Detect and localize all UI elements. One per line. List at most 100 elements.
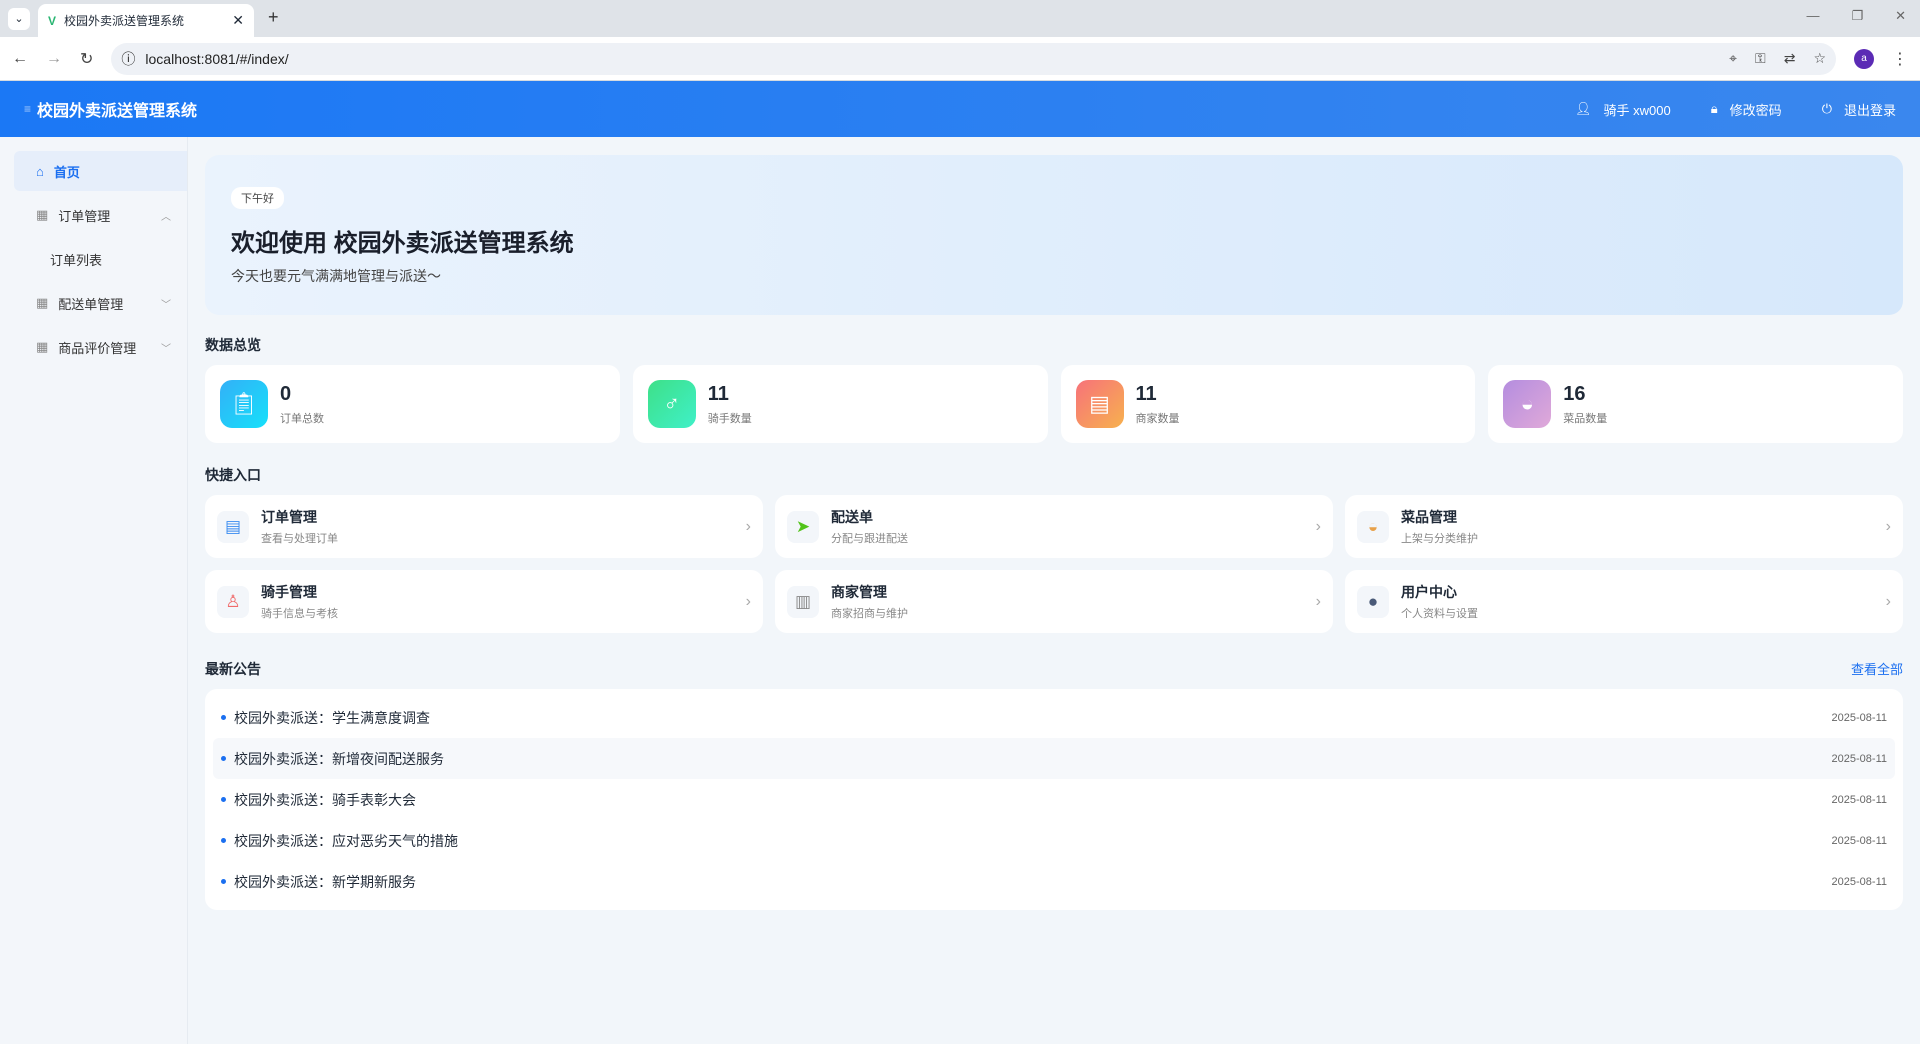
quick-entry[interactable]: ▥ 商家管理 商家招商与维护 › [775,570,1333,633]
notice-item[interactable]: 校园外卖派送：学生满意度调查 2025-08-11 [213,697,1895,738]
sidebar-item-delivery[interactable]: ▦ 配送单管理 ﹀ [14,283,187,323]
quick-entry[interactable]: ● 用户中心 个人资料与设置 › [1345,570,1903,633]
sidebar-item-reviews[interactable]: ▦ 商品评价管理 ﹀ [14,327,187,367]
quick-entry-title: 用户中心 [1401,584,1457,600]
quick-entry[interactable]: ◒ 菜品管理 上架与分类维护 › [1345,495,1903,558]
reload-icon[interactable]: ↻ [80,49,93,69]
grid-icon: ▦ [36,207,49,222]
close-window-icon[interactable]: ✕ [1895,8,1906,24]
key-icon[interactable]: ⚿ [1755,50,1766,67]
stat-card: ♂ 11 骑手数量 [632,365,1048,443]
quick-entry-subtitle: 商家招商与维护 [831,608,908,620]
grid-icon: ▦ [36,339,49,354]
minimize-icon[interactable]: — [1806,8,1819,24]
logout-button[interactable]: ⏻ 退出登录 [1822,100,1896,119]
section-title: 快捷入口 [205,465,1903,485]
lock-icon: 🔒︎ [1710,101,1718,116]
browser-tab[interactable]: V 校园外卖派送管理系统 ✕ [38,4,254,37]
chevron-right-icon: › [1885,517,1891,535]
stat-card: ◒ 16 菜品数量 [1488,365,1903,443]
power-icon: ⏻ [1821,101,1832,116]
notice-item[interactable]: 校园外卖派送：骑手表彰大会 2025-08-11 [213,779,1895,820]
app-title: 校园外卖派送管理系统 [37,103,198,120]
quick-entry-title: 骑手管理 [261,584,317,600]
chevron-right-icon: › [1315,517,1321,535]
notice-date: 2025-08-11 [1831,834,1887,847]
site-info-icon[interactable]: ⓘ [121,49,135,69]
back-icon[interactable]: ← [12,50,28,68]
user-menu[interactable]: 👤︎ 骑手 xw000 [1575,100,1671,119]
sidebar-item-label: 订单列表 [50,252,103,268]
quick-entry[interactable]: ♙ 骑手管理 骑手信息与考核 › [205,570,763,633]
paper-plane-icon: ➤ [787,510,819,543]
chevron-right-icon: › [745,592,751,610]
new-tab-button[interactable]: + [268,7,279,28]
sidebar-item-label: 首页 [53,164,80,180]
quick-entry-subtitle: 骑手信息与考核 [261,608,338,620]
stat-card: 📋︎ 0 订单总数 [205,365,620,443]
stat-value: 11 [707,382,729,405]
chevron-down-icon: ﹀ [161,343,171,355]
address-bar[interactable]: ⓘ localhost:8081/#/index/ ⌖ ⚿ ⇄ ☆ [111,42,1836,75]
bullet-icon [221,715,226,720]
notice-date: 2025-08-11 [1831,711,1887,724]
building-icon: ▤ [1075,380,1124,428]
stat-value: 0 [280,382,292,405]
sidebar: ⌂ 首页 ▦ 订单管理 ︿ 订单列表 ▦ 配送单管理 ﹀ ▦ 商品评价管理 ﹀ [0,137,188,1044]
change-password-button[interactable]: 🔒︎ 修改密码 [1711,100,1782,119]
menu-icon[interactable]: ⋮ [1892,49,1908,69]
notice-item[interactable]: 校园外卖派送：应对恶劣天气的措施 2025-08-11 [213,820,1895,861]
quick-entry-subtitle: 分配与跟进配送 [831,533,908,545]
close-tab-icon[interactable]: ✕ [232,12,244,29]
restore-icon[interactable]: ❐ [1851,8,1863,24]
stat-card: ▤ 11 商家数量 [1060,365,1476,443]
profile-avatar[interactable]: a [1854,48,1874,69]
quick-entry[interactable]: ▤ 订单管理 查看与处理订单 › [205,495,763,558]
home-icon: ⌂ [36,163,44,179]
stat-label: 骑手数量 [707,412,752,425]
notice-date: 2025-08-11 [1831,752,1887,765]
notice-title: 校园外卖派送：新学期新服务 [234,873,416,890]
sidebar-item-label: 订单管理 [58,208,111,224]
bowl-icon: ◒ [1503,380,1552,428]
stat-label: 商家数量 [1135,412,1180,425]
bookmark-star-icon[interactable]: ☆ [1813,50,1826,67]
stat-label: 订单总数 [280,412,324,425]
section-title: 最新公告 查看全部 [205,659,1903,679]
browser-toolbar: ← → ↻ ⓘ localhost:8081/#/index/ ⌖ ⚿ ⇄ ☆ a ⋮ [0,37,1920,81]
menu-toggle-icon[interactable]: ≡ [24,102,31,116]
notice-title: 校园外卖派送：新增夜间配送服务 [234,750,444,767]
logout-label: 退出登录 [1843,102,1896,118]
notice-list: 校园外卖派送：学生满意度调查 2025-08-11 校园外卖派送：新增夜间配送服务 2… [205,689,1903,910]
user-name: 骑手 xw000 [1603,102,1671,118]
notice-item[interactable]: 校园外卖派送：新增夜间配送服务 2025-08-11 [213,738,1895,779]
quick-entry-title: 商家管理 [831,584,887,600]
chevron-right-icon: › [745,517,751,535]
translate-icon[interactable]: ⇄ [1784,50,1796,67]
sidebar-item-orders[interactable]: ▦ 订单管理 ︿ [14,195,187,235]
notice-item[interactable]: 校园外卖派送：新学期新服务 2025-08-11 [213,861,1895,902]
overview-title: 数据总览 [205,337,261,353]
grid-icon: ▦ [36,295,49,310]
quick-entry[interactable]: ➤ 配送单 分配与跟进配送 › [775,495,1333,558]
user-icon: ● [1357,585,1389,618]
sidebar-item-home[interactable]: ⌂ 首页 [14,151,187,191]
sidebar-item-order-list[interactable]: 订单列表 [14,239,187,279]
notice-title: 校园外卖派送：学生满意度调查 [234,709,430,726]
bullet-icon [221,756,226,761]
notices-title: 最新公告 [205,661,261,677]
location-icon[interactable]: ⌖ [1729,50,1737,67]
notice-title: 校园外卖派送：骑手表彰大会 [234,791,416,808]
main-content: 下午好 欢迎使用 校园外卖派送管理系统 今天也要元气满满地管理与派送～ 数据总览… [205,155,1903,910]
chevron-right-icon: › [1315,592,1321,610]
quick-entry-title: 菜品管理 [1401,509,1457,525]
bullet-icon [221,879,226,884]
bullet-icon [221,797,226,802]
user-icon: 👤︎ [1575,101,1592,116]
welcome-title: 欢迎使用 校园外卖派送管理系统 [231,230,574,257]
forward-icon[interactable]: → [46,50,62,68]
view-all-link[interactable]: 查看全部 [1851,659,1903,679]
chevron-down-icon: ﹀ [161,299,171,311]
tab-list-button[interactable]: ⌄ [8,8,30,30]
clipboard-icon: 📋︎ [220,380,268,428]
